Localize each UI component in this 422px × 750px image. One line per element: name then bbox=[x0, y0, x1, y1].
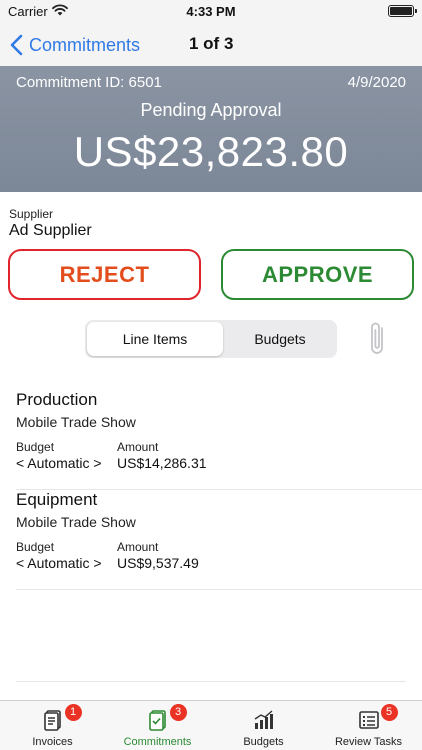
budget-selector[interactable]: < Automatic > bbox=[16, 555, 102, 571]
back-button[interactable]: Commitments bbox=[10, 32, 140, 58]
commitment-id: Commitment ID: 6501 bbox=[16, 74, 162, 91]
tab-invoices-label: Invoices bbox=[32, 736, 73, 748]
approval-status: Pending Approval bbox=[140, 100, 282, 120]
review-tasks-icon bbox=[358, 711, 379, 729]
budgets-icon bbox=[254, 710, 273, 729]
battery-icon bbox=[388, 5, 417, 17]
reject-button[interactable]: REJECT bbox=[8, 249, 201, 300]
tab-review-tasks-label: Review Tasks bbox=[334, 736, 403, 748]
amount-label: Amount bbox=[117, 440, 159, 454]
budget-label: Budget bbox=[16, 540, 55, 554]
line-item-description: Mobile Trade Show bbox=[16, 514, 136, 530]
back-button-label: Commitments bbox=[29, 34, 141, 55]
page-title: 1 of 3 bbox=[189, 34, 234, 53]
tab-budgets[interactable]: Budgets bbox=[225, 322, 335, 356]
list-item[interactable]: Equipment Mobile Trade Show Budget Amoun… bbox=[16, 490, 422, 590]
line-item-description: Mobile Trade Show bbox=[16, 414, 136, 430]
paperclip-icon[interactable] bbox=[368, 320, 388, 363]
commitments-badge: 3 bbox=[169, 704, 187, 721]
line-item-category: Equipment bbox=[16, 490, 98, 509]
tab-invoices[interactable]: 1 Invoices bbox=[0, 701, 105, 750]
line-item-amount: US$9,537.49 bbox=[117, 555, 199, 571]
budget-selector[interactable]: < Automatic > bbox=[16, 455, 102, 471]
tab-commitments-label: Commitments bbox=[123, 736, 192, 748]
commitment-summary-header: Commitment ID: 6501 4/9/2020 Pending App… bbox=[0, 66, 422, 192]
status-bar: Carrier 4:33 PM bbox=[0, 0, 422, 24]
clock: 4:33 PM bbox=[186, 4, 236, 19]
tab-bar: 1 Invoices 3 Commitments Budgets 5 Revie… bbox=[0, 700, 422, 750]
line-item-amount: US$14,286.31 bbox=[117, 455, 207, 471]
navigation-bar: Commitments 1 of 3 bbox=[0, 24, 422, 66]
approve-button[interactable]: APPROVE bbox=[221, 249, 414, 300]
line-item-category: Production bbox=[16, 390, 98, 409]
commitment-date: 4/9/2020 bbox=[347, 74, 406, 91]
list-item[interactable]: Production Mobile Trade Show Budget Amou… bbox=[16, 390, 422, 490]
tab-budgets-nav[interactable]: Budgets bbox=[211, 701, 316, 750]
supplier-label: Supplier bbox=[9, 207, 54, 221]
supplier-name: Ad Supplier bbox=[9, 222, 92, 239]
tab-commitments[interactable]: 3 Commitments bbox=[105, 701, 210, 750]
chevron-left-icon bbox=[10, 34, 23, 56]
view-segmented-control: Line Items Budgets bbox=[85, 320, 337, 358]
tab-line-items[interactable]: Line Items bbox=[87, 322, 223, 356]
invoices-icon bbox=[43, 710, 61, 731]
amount-label: Amount bbox=[117, 540, 159, 554]
budget-label: Budget bbox=[16, 440, 55, 454]
invoices-badge: 1 bbox=[64, 704, 82, 721]
tab-budgets-label: Budgets bbox=[243, 736, 284, 748]
tab-review-tasks[interactable]: 5 Review Tasks bbox=[316, 701, 421, 750]
commitment-total: US$23,823.80 bbox=[73, 128, 349, 175]
review-tasks-badge: 5 bbox=[380, 704, 398, 721]
divider bbox=[16, 681, 406, 682]
commitments-icon bbox=[148, 710, 166, 731]
